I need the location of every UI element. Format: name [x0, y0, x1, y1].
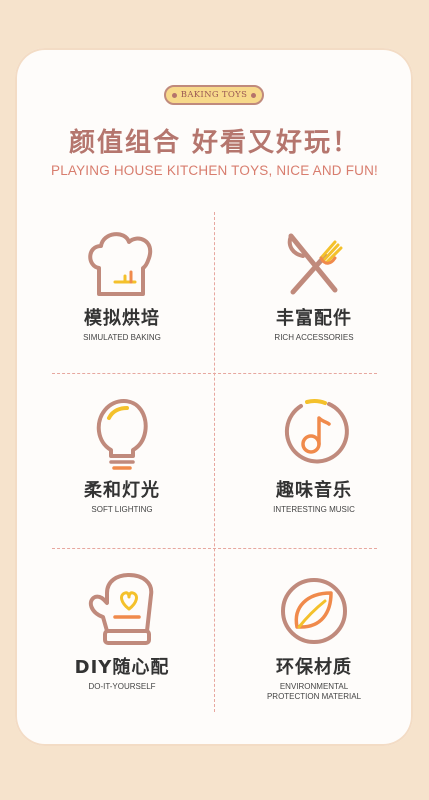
feature-subtitle: INTERESTING MUSIC — [273, 505, 355, 514]
grid-divider-vertical — [214, 212, 215, 712]
fork-knife-icon — [287, 233, 343, 295]
grid-divider-horizontal-2 — [52, 548, 377, 549]
feature-subtitle: DO-IT-YOURSELF — [88, 682, 156, 691]
baking-toys-badge: BAKING TOYS — [164, 85, 264, 105]
page-title: 颜值组合 好看又好玩！ — [68, 128, 361, 158]
feature-title: 模拟烘培 — [84, 308, 160, 329]
leaf-icon — [281, 578, 347, 644]
badge-dot-left — [172, 92, 177, 98]
feature-subtitle: SIMULATED BAKING — [83, 333, 161, 342]
feature-subtitle: ENVIRONMENTAL PROTECTION MATERIAL — [266, 682, 362, 701]
feature-title: 丰富配件 — [276, 308, 352, 329]
page-subtitle: PLAYING HOUSE KITCHEN TOYS, NICE AND FUN… — [50, 163, 378, 178]
oven-mitt-icon — [88, 573, 154, 645]
feature-title: DIY随心配 — [74, 657, 170, 678]
feature-soft-lighting: 柔和灯光 SOFT LIGHTING — [42, 396, 202, 515]
feature-rich-accessories: 丰富配件 RICH ACCESSORIES — [234, 228, 394, 343]
chef-hat-icon — [88, 232, 153, 296]
feature-subtitle: SOFT LIGHTING — [91, 505, 153, 514]
feature-interesting-music: 趣味音乐 INTERESTING MUSIC — [234, 396, 394, 515]
badge-label: BAKING TOYS — [180, 90, 248, 100]
music-note-icon — [284, 399, 349, 464]
light-bulb-icon — [96, 399, 148, 470]
feature-title: 趣味音乐 — [276, 480, 352, 501]
feature-eco-material: 环保材质 ENVIRONMENTAL PROTECTION MATERIAL — [234, 573, 394, 702]
feature-diy: DIY随心配 DO-IT-YOURSELF — [42, 573, 202, 692]
feature-subtitle: RICH ACCESSORIES — [274, 333, 354, 342]
feature-title: 柔和灯光 — [84, 480, 160, 501]
feature-simulated-baking: 模拟烘培 SIMULATED BAKING — [42, 228, 202, 343]
badge-dot-right — [251, 92, 256, 98]
feature-title: 环保材质 — [276, 657, 352, 678]
grid-divider-horizontal-1 — [52, 373, 377, 374]
